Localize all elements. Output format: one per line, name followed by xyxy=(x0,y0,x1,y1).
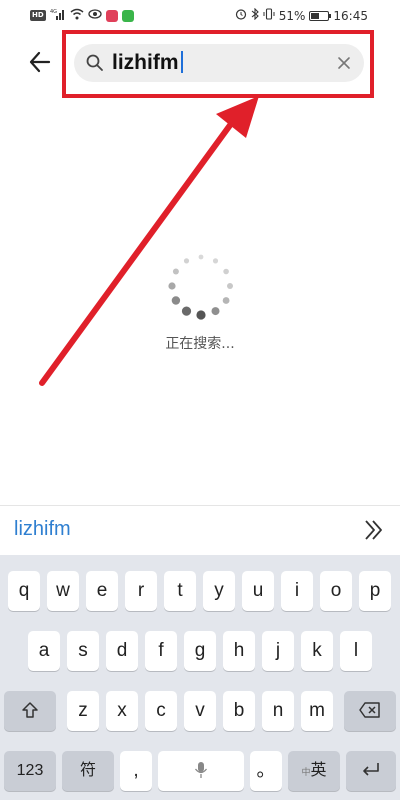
key-p[interactable]: p xyxy=(359,571,391,611)
vibrate-icon xyxy=(263,8,275,23)
language-key-label: 英 xyxy=(310,762,327,779)
microphone-icon xyxy=(194,762,208,778)
annotation-highlight-box xyxy=(62,30,374,98)
key-o[interactable]: o xyxy=(320,571,352,611)
key-x[interactable]: x xyxy=(106,691,138,731)
language-key-small-label: 中 xyxy=(301,767,311,777)
key-j[interactable]: j xyxy=(262,631,294,671)
shift-key[interactable] xyxy=(4,691,56,731)
hd-badge: HD xyxy=(30,10,46,21)
symbols-key[interactable]: 符 xyxy=(62,751,114,791)
period-key[interactable]: 。 xyxy=(250,751,282,791)
arrow-left-icon xyxy=(29,51,51,73)
key-f[interactable]: f xyxy=(145,631,177,671)
key-t[interactable]: t xyxy=(164,571,196,611)
suggestion-candidate[interactable]: lizhifm xyxy=(14,518,71,541)
wifi-icon xyxy=(70,8,84,23)
key-i[interactable]: i xyxy=(281,571,313,611)
expand-suggestions-button[interactable] xyxy=(362,515,386,552)
clock: 16:45 xyxy=(333,8,368,23)
key-z[interactable]: z xyxy=(67,691,99,731)
battery-percent: 51% xyxy=(278,8,306,23)
enter-icon xyxy=(363,763,379,776)
key-q[interactable]: q xyxy=(8,571,40,611)
app-notification-icon xyxy=(105,9,118,22)
space-key[interactable] xyxy=(158,751,244,791)
keyboard: qwertyuiop asdfghjkl zxcvbnm 123 符 , 。 中… xyxy=(0,555,400,800)
comma-key[interactable]: , xyxy=(120,751,152,791)
key-s[interactable]: s xyxy=(67,631,99,671)
back-button[interactable] xyxy=(22,44,58,80)
key-a[interactable]: a xyxy=(28,631,60,671)
key-c[interactable]: c xyxy=(145,691,177,731)
key-v[interactable]: v xyxy=(184,691,216,731)
signal-icon: 4G xyxy=(50,8,66,23)
loading-text: 正在搜索... xyxy=(165,336,235,352)
key-g[interactable]: g xyxy=(184,631,216,671)
key-l[interactable]: l xyxy=(340,631,372,671)
double-chevron-right-icon xyxy=(365,520,382,540)
key-w[interactable]: w xyxy=(47,571,79,611)
status-left-icons: HD 4G xyxy=(30,8,134,23)
key-m[interactable]: m xyxy=(301,691,333,731)
key-n[interactable]: n xyxy=(262,691,294,731)
key-y[interactable]: y xyxy=(203,571,235,611)
status-bar: HD 4G 51% 16:45 xyxy=(0,0,400,32)
eye-icon xyxy=(88,8,102,23)
suggestion-bar: lizhifm xyxy=(0,505,400,555)
key-k[interactable]: k xyxy=(301,631,333,671)
loading-spinner-icon xyxy=(168,254,233,320)
wechat-notification-icon xyxy=(121,9,134,22)
battery-icon xyxy=(309,10,332,21)
language-switch-key[interactable]: 中英 xyxy=(288,751,340,791)
status-right-icons: 51% 16:45 xyxy=(235,7,368,23)
key-h[interactable]: h xyxy=(223,631,255,671)
shift-up-arrow-icon xyxy=(22,702,38,718)
key-r[interactable]: r xyxy=(125,571,157,611)
svg-text:4G: 4G xyxy=(50,9,57,15)
bluetooth-icon xyxy=(251,7,259,23)
key-e[interactable]: e xyxy=(86,571,118,611)
enter-key[interactable] xyxy=(346,751,396,791)
backspace-icon xyxy=(359,702,380,718)
key-d[interactable]: d xyxy=(106,631,138,671)
alarm-icon xyxy=(235,8,247,23)
numbers-key[interactable]: 123 xyxy=(4,751,56,791)
key-u[interactable]: u xyxy=(242,571,274,611)
battery-level xyxy=(311,12,320,19)
key-b[interactable]: b xyxy=(223,691,255,731)
delete-key[interactable] xyxy=(344,691,396,731)
